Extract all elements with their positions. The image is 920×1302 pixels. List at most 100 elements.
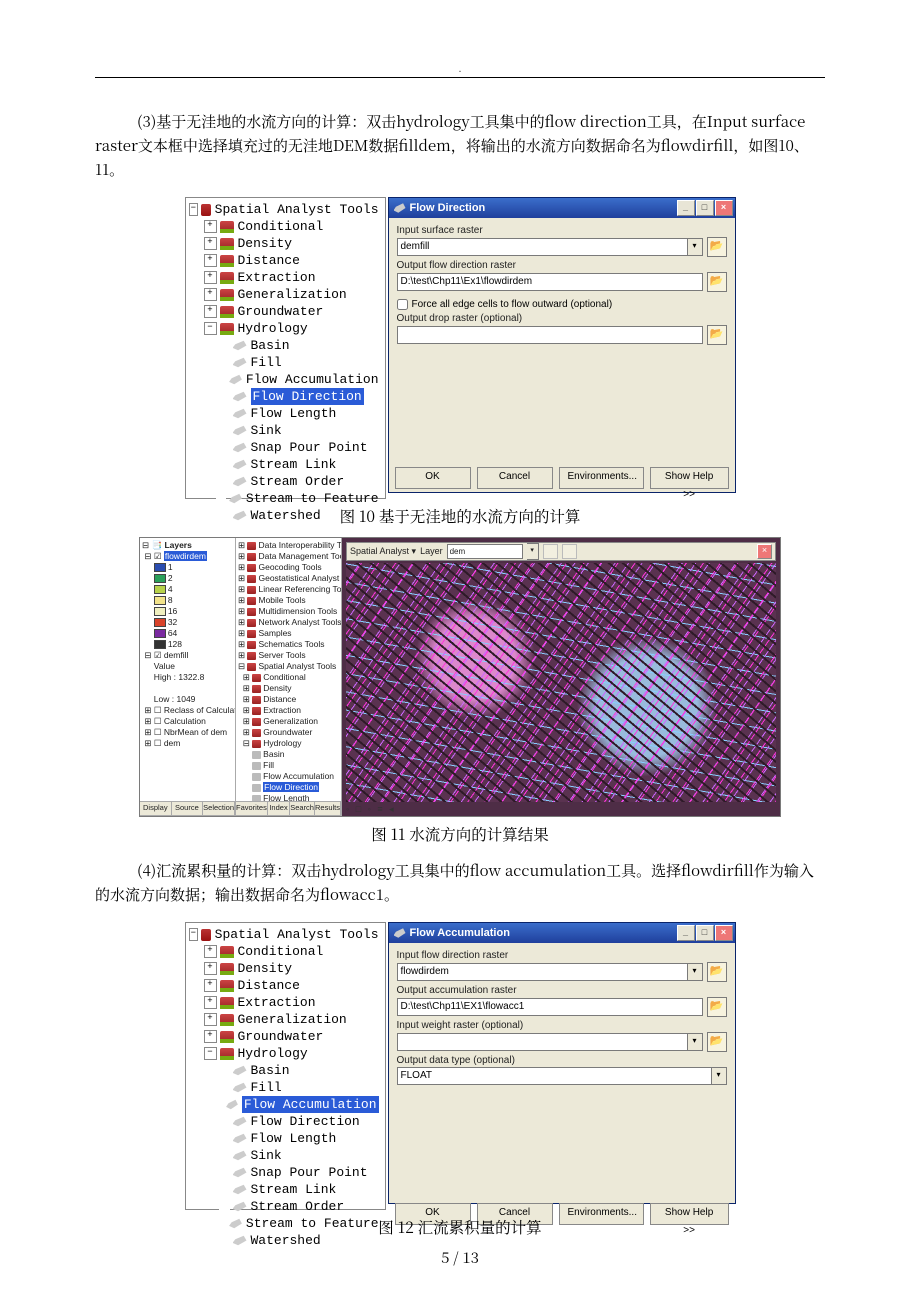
tbx-tool[interactable]: Basin xyxy=(238,749,339,760)
tbx-toolbox[interactable]: ⊞ Samples xyxy=(238,628,339,639)
tree-toolset[interactable]: Groundwater xyxy=(189,303,379,320)
tree-tool[interactable]: Fill xyxy=(189,354,379,371)
tree-toolset[interactable]: Generalization xyxy=(189,1011,379,1028)
close-button[interactable]: × xyxy=(715,925,733,941)
close-button[interactable]: × xyxy=(715,200,733,216)
tbx-tool[interactable]: Flow Accumulation xyxy=(238,771,339,782)
tbx-toolbox[interactable]: ⊞ Schematics Tools xyxy=(238,639,339,650)
output-raster-field[interactable]: D:\test\Chp11\Ex1\flowdirdem xyxy=(397,273,703,291)
tbx-tool[interactable]: Flow Length xyxy=(238,793,339,801)
tree-tool[interactable]: Basin xyxy=(189,337,379,354)
tree-tool[interactable]: Snap Pour Point xyxy=(189,439,379,456)
tree-toolset[interactable]: Density xyxy=(189,960,379,977)
tbx-tab[interactable]: Index xyxy=(268,802,290,816)
tree-tool[interactable]: Flow Direction xyxy=(189,1113,379,1130)
cancel-button[interactable]: Cancel xyxy=(477,467,553,489)
browse-button[interactable]: 📂 xyxy=(707,325,727,345)
tree-toolset[interactable]: Density xyxy=(189,235,379,252)
tree-toolset[interactable]: Extraction xyxy=(189,994,379,1011)
tree-tool[interactable]: Stream to Feature xyxy=(189,1215,379,1232)
tbx-toolset[interactable]: ⊞ Distance xyxy=(238,694,339,705)
toolbar-menu[interactable]: Spatial Analyst ▾ xyxy=(350,546,416,557)
dropdown-button[interactable]: ▾ xyxy=(688,963,703,981)
tbx-toolbox[interactable]: ⊞ Multidimension Tools xyxy=(238,606,339,617)
toc-layer[interactable]: ⊞ ☐ Reclass of Calculation xyxy=(142,705,233,716)
tree-root[interactable]: Spatial Analyst Tools xyxy=(189,201,379,218)
minimize-button[interactable]: _ xyxy=(677,200,695,216)
tree-toolset[interactable]: Groundwater xyxy=(189,1028,379,1045)
toc-tab[interactable]: Display xyxy=(140,802,172,816)
browse-button[interactable]: 📂 xyxy=(707,272,727,292)
histogram-icon[interactable] xyxy=(543,544,558,559)
tbx-tool[interactable]: Fill xyxy=(238,760,339,771)
toc-layer[interactable]: ⊟ ☑ demfill xyxy=(142,650,233,661)
toc-root[interactable]: ⊟ 📑 Layers xyxy=(142,540,233,551)
tbx-toolset[interactable]: ⊞ Conditional xyxy=(238,672,339,683)
environments-button[interactable]: Environments... xyxy=(559,1203,644,1225)
tbx-tab[interactable]: Favorites xyxy=(236,802,268,816)
toc-layer[interactable]: ⊟ ☑ flowdirdem xyxy=(142,551,233,562)
tree-tool[interactable]: Basin xyxy=(189,1062,379,1079)
tree-tool[interactable]: Sink xyxy=(189,1147,379,1164)
toc-layer[interactable]: ⊞ ☐ dem xyxy=(142,738,233,749)
ok-button[interactable]: OK xyxy=(395,467,471,489)
toc-layer[interactable]: ⊞ ☐ Calculation xyxy=(142,716,233,727)
layer-field[interactable]: dem xyxy=(447,544,523,559)
output-type-field[interactable]: FLOAT xyxy=(397,1067,712,1085)
show-help-button[interactable]: Show Help >> xyxy=(650,1203,729,1225)
tbx-toolbox[interactable]: ⊞ Linear Referencing Tools xyxy=(238,584,339,595)
tree-toolset[interactable]: Hydrology xyxy=(189,1045,379,1062)
tbx-toolset[interactable]: ⊞ Generalization xyxy=(238,716,339,727)
output-drop-field[interactable] xyxy=(397,326,703,344)
browse-button[interactable]: 📂 xyxy=(707,237,727,257)
tbx-toolbox[interactable]: ⊞ Geocoding Tools xyxy=(238,562,339,573)
toc-tab[interactable]: Source xyxy=(172,802,204,816)
tree-tool[interactable]: Flow Accumulation xyxy=(189,1096,379,1113)
tree-toolset[interactable]: Extraction xyxy=(189,269,379,286)
toc-layer[interactable]: ⊞ ☐ NbrMean of dem xyxy=(142,727,233,738)
tree-toolset[interactable]: Generalization xyxy=(189,286,379,303)
tree-toolset[interactable]: Distance xyxy=(189,252,379,269)
tree-tool[interactable]: Flow Direction xyxy=(189,388,379,405)
environments-button[interactable]: Environments... xyxy=(559,467,644,489)
tbx-toolset[interactable]: ⊞ Density xyxy=(238,683,339,694)
tree-tool[interactable]: Fill xyxy=(189,1079,379,1096)
browse-button[interactable]: 📂 xyxy=(707,997,727,1017)
tree-tool[interactable]: Stream Order xyxy=(189,1198,379,1215)
tbx-toolbox[interactable]: ⊞ Mobile Tools xyxy=(238,595,339,606)
dropdown-button[interactable]: ▾ xyxy=(688,1033,703,1051)
tbx-toolbox[interactable]: ⊞ Data Interoperability Too xyxy=(238,540,339,551)
tree-tool[interactable]: Snap Pour Point xyxy=(189,1164,379,1181)
tree-tool[interactable]: Flow Length xyxy=(189,1130,379,1147)
tree-toolset[interactable]: Hydrology xyxy=(189,320,379,337)
tree-root[interactable]: Spatial Analyst Tools xyxy=(189,926,379,943)
tree-tool[interactable]: Stream Order xyxy=(189,473,379,490)
close-icon[interactable]: × xyxy=(757,544,772,559)
tree-toolset[interactable]: Conditional xyxy=(189,218,379,235)
output-acc-field[interactable]: D:\test\Chp11\EX1\flowacc1 xyxy=(397,998,703,1016)
tbx-toolset[interactable]: ⊞ Extraction xyxy=(238,705,339,716)
tbx-tool[interactable]: Flow Direction xyxy=(238,782,339,793)
input-weight-field[interactable] xyxy=(397,1033,688,1051)
minimize-button[interactable]: _ xyxy=(677,925,695,941)
browse-button[interactable]: 📂 xyxy=(707,1032,727,1052)
dropdown-button[interactable]: ▾ xyxy=(712,1067,727,1085)
map-nav-icons[interactable]: ◦ □ ◦ ≡ ◂ xyxy=(346,804,396,815)
map-view[interactable]: Spatial Analyst Spatial Analyst ▾ Layer … xyxy=(342,538,780,816)
tree-tool[interactable]: Stream Link xyxy=(189,456,379,473)
tbx-toolbox[interactable]: ⊞ Geostatistical Analyst To xyxy=(238,573,339,584)
tbx-toolset[interactable]: ⊞ Groundwater xyxy=(238,727,339,738)
tbx-toolbox[interactable]: ⊞ Network Analyst Tools xyxy=(238,617,339,628)
browse-button[interactable]: 📂 xyxy=(707,962,727,982)
tree-toolset[interactable]: Conditional xyxy=(189,943,379,960)
maximize-button[interactable]: □ xyxy=(696,200,714,216)
dropdown-button[interactable]: ▾ xyxy=(688,238,703,256)
tbx-tab[interactable]: Search xyxy=(290,802,315,816)
contour-icon[interactable] xyxy=(562,544,577,559)
tree-tool[interactable]: Flow Accumulation xyxy=(189,371,379,388)
input-flowdir-field[interactable]: flowdirdem xyxy=(397,963,688,981)
tbx-toolbox[interactable]: ⊟ Spatial Analyst Tools xyxy=(238,661,339,672)
dropdown-button[interactable]: ▾ xyxy=(527,543,539,560)
toc-tab[interactable]: Selection xyxy=(203,802,235,816)
tbx-toolbox[interactable]: ⊞ Server Tools xyxy=(238,650,339,661)
